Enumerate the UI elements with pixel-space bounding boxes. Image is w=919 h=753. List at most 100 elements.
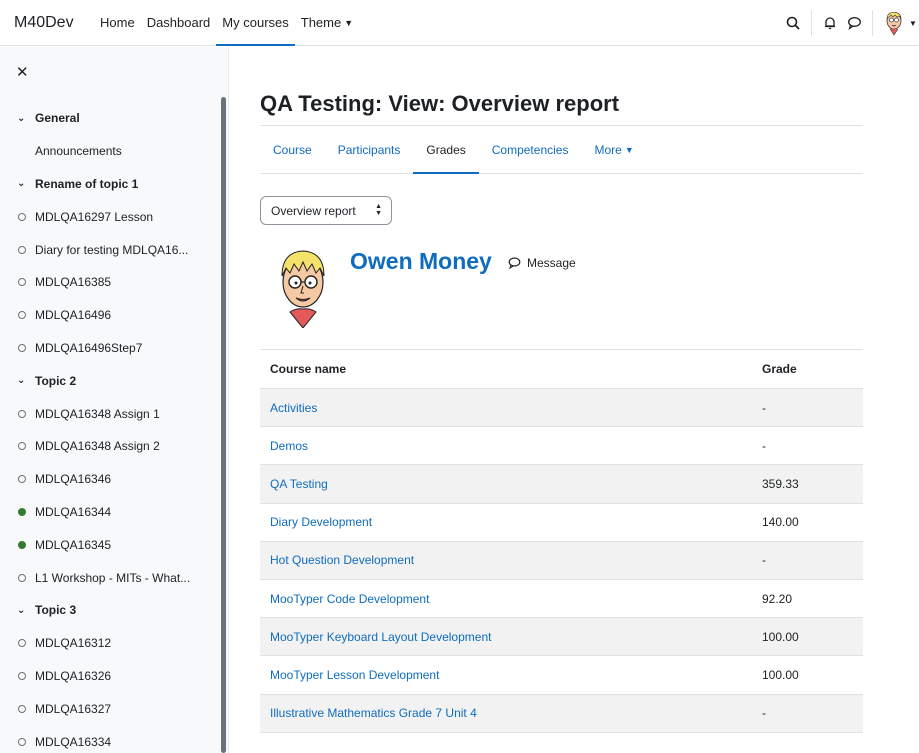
course-activity-item[interactable]: MDLQA16327 (0, 692, 220, 725)
nav-home[interactable]: Home (94, 0, 141, 46)
grade-value: 140.00 (752, 503, 863, 542)
completion-todo-icon (18, 573, 26, 582)
course-activity-item[interactable]: Diary for testing MDLQA16... (0, 233, 220, 266)
chat-icon (508, 257, 521, 269)
table-row: Diary Development 140.00 (260, 503, 863, 542)
course-activity-item[interactable]: MDLQA16348 Assign 1 (0, 397, 220, 430)
completion-todo-icon (18, 311, 26, 320)
drawer-item-label: Topic 3 (35, 603, 77, 618)
tab-course[interactable]: Course (260, 126, 325, 174)
table-row: MooTyper Code Development 92.20 (260, 579, 863, 619)
tab-more[interactable]: More ▼ (581, 126, 646, 174)
table-row: Activities - (260, 388, 863, 428)
search-icon[interactable] (781, 11, 805, 35)
chevron-down-icon[interactable]: ⌄ (17, 605, 35, 616)
course-activity-item[interactable]: MDLQA16346 (0, 463, 220, 496)
chevron-down-icon[interactable]: ⌄ (17, 375, 35, 386)
course-index-list: ⌄ General Announcements ⌄ Rename of topic 1M… (0, 102, 220, 753)
drawer-item-label: MDLQA16496 (35, 308, 112, 323)
top-navbar: M40Dev Home Dashboard My courses Theme ▼ (0, 0, 919, 46)
course-activity-item[interactable]: MDLQA16345 (0, 528, 220, 561)
drawer-item-label: MDLQA16348 Assign 2 (35, 439, 160, 454)
user-profile-picture (281, 250, 325, 328)
report-selector-value: Overview report (271, 203, 356, 218)
course-activity-item[interactable]: MDLQA16312 (0, 627, 220, 660)
tab-grades[interactable]: Grades (413, 126, 479, 174)
table-row: Demos - (260, 426, 863, 466)
message-button[interactable]: Message (508, 256, 576, 270)
course-name-link[interactable]: MooTyper Lesson Development (260, 655, 752, 695)
drawer-scrollbar[interactable] (221, 97, 226, 753)
drawer-item-label: MDLQA16327 (35, 701, 112, 716)
site-brand[interactable]: M40Dev (14, 14, 94, 32)
tab-competencies[interactable]: Competencies (479, 126, 582, 174)
table-row: QA Testing 359.33 (260, 464, 863, 504)
grade-value: 359.33 (752, 464, 863, 504)
user-menu[interactable]: ▼ (879, 11, 919, 36)
nav-dashboard[interactable]: Dashboard (141, 0, 217, 46)
completion-done-icon (18, 540, 26, 549)
completion-todo-icon (18, 704, 26, 713)
page-title: QA Testing: View: Overview report (260, 91, 620, 116)
table-row: MooTyper Lesson Development 100.00 (260, 655, 863, 695)
grades-overview-table: Course name Grade Activities - Demos - QA Te… (260, 349, 863, 733)
course-name-link[interactable]: QA Testing (260, 464, 752, 504)
drawer-item-label: MDLQA16346 (35, 472, 112, 487)
grade-value: 100.00 (752, 617, 863, 657)
table-header-row: Course name Grade (260, 349, 863, 389)
course-activity-item[interactable]: MDLQA16385 (0, 266, 220, 299)
drawer-item-label: General (35, 111, 80, 126)
navbar-divider (811, 10, 812, 36)
drawer-item-label: MDLQA16334 (35, 734, 112, 749)
grade-value: - (752, 541, 863, 580)
drawer-item-label: MDLQA16348 Assign 1 (35, 406, 160, 421)
course-activity-item[interactable]: MDLQA16326 (0, 660, 220, 693)
table-row: Hot Question Development - (260, 541, 863, 580)
report-selector[interactable]: Overview report ▲ ▼ (260, 196, 392, 225)
message-label: Message (527, 256, 576, 270)
grade-value: - (752, 388, 863, 428)
course-section-item[interactable]: ⌄ Rename of topic 1 (0, 168, 220, 201)
avatar (886, 12, 902, 36)
bell-icon[interactable] (818, 11, 842, 35)
close-icon[interactable]: ✕ (16, 63, 29, 81)
drawer-item-label: MDLQA16297 Lesson (35, 209, 154, 224)
course-name-link[interactable]: MooTyper Code Development (260, 579, 752, 619)
course-name-link[interactable]: MooTyper Keyboard Layout Development (260, 617, 752, 657)
course-name-link[interactable]: Hot Question Development (260, 541, 752, 580)
secondary-navigation: Course Participants Grades Competencies … (260, 126, 863, 174)
course-activity-item[interactable]: MDLQA16348 Assign 2 (0, 430, 220, 463)
course-activity-item[interactable]: MDLQA16496 (0, 299, 220, 332)
column-header-course-name: Course name (260, 349, 752, 389)
completion-todo-icon (18, 442, 26, 451)
user-fullname-link[interactable]: Owen Money (350, 248, 492, 275)
course-section-item[interactable]: ⌄ Topic 3 (0, 594, 220, 627)
nav-my-courses[interactable]: My courses (216, 0, 295, 46)
course-section-item[interactable]: ⌄ General (0, 102, 220, 135)
column-header-grade: Grade (752, 349, 863, 389)
chevron-down-icon[interactable]: ⌄ (17, 113, 35, 124)
course-activity-item[interactable]: MDLQA16344 (0, 496, 220, 529)
drawer-item-label: MDLQA16312 (35, 636, 112, 651)
course-activity-item[interactable]: MDLQA16297 Lesson (0, 200, 220, 233)
course-activity-item[interactable]: MDLQA16334 (0, 725, 220, 753)
course-activity-item[interactable]: Announcements (0, 135, 220, 168)
course-name-link[interactable]: Demos (260, 426, 752, 466)
course-section-item[interactable]: ⌄ Topic 2 (0, 364, 220, 397)
course-name-link[interactable]: Diary Development (260, 503, 752, 542)
course-activity-item[interactable]: MDLQA16496Step7 (0, 332, 220, 365)
select-arrows-icon: ▲ ▼ (375, 203, 382, 217)
tab-more-label: More (594, 143, 622, 157)
tab-participants[interactable]: Participants (325, 126, 414, 174)
completion-todo-icon (18, 278, 26, 287)
chevron-down-icon: ▼ (624, 145, 634, 155)
chevron-down-icon[interactable]: ⌄ (17, 178, 35, 189)
course-name-link[interactable]: Illustrative Mathematics Grade 7 Unit 4 (260, 694, 752, 733)
nav-theme[interactable]: Theme ▼ (295, 0, 359, 46)
navbar-right: ▼ (781, 0, 919, 46)
chat-icon[interactable] (842, 11, 866, 35)
course-activity-item[interactable]: L1 Workshop - MITs - What... (0, 561, 220, 594)
chevron-down-icon: ▼ (909, 18, 917, 28)
course-name-link[interactable]: Activities (260, 388, 752, 428)
chevron-down-icon: ▼ (344, 17, 354, 28)
